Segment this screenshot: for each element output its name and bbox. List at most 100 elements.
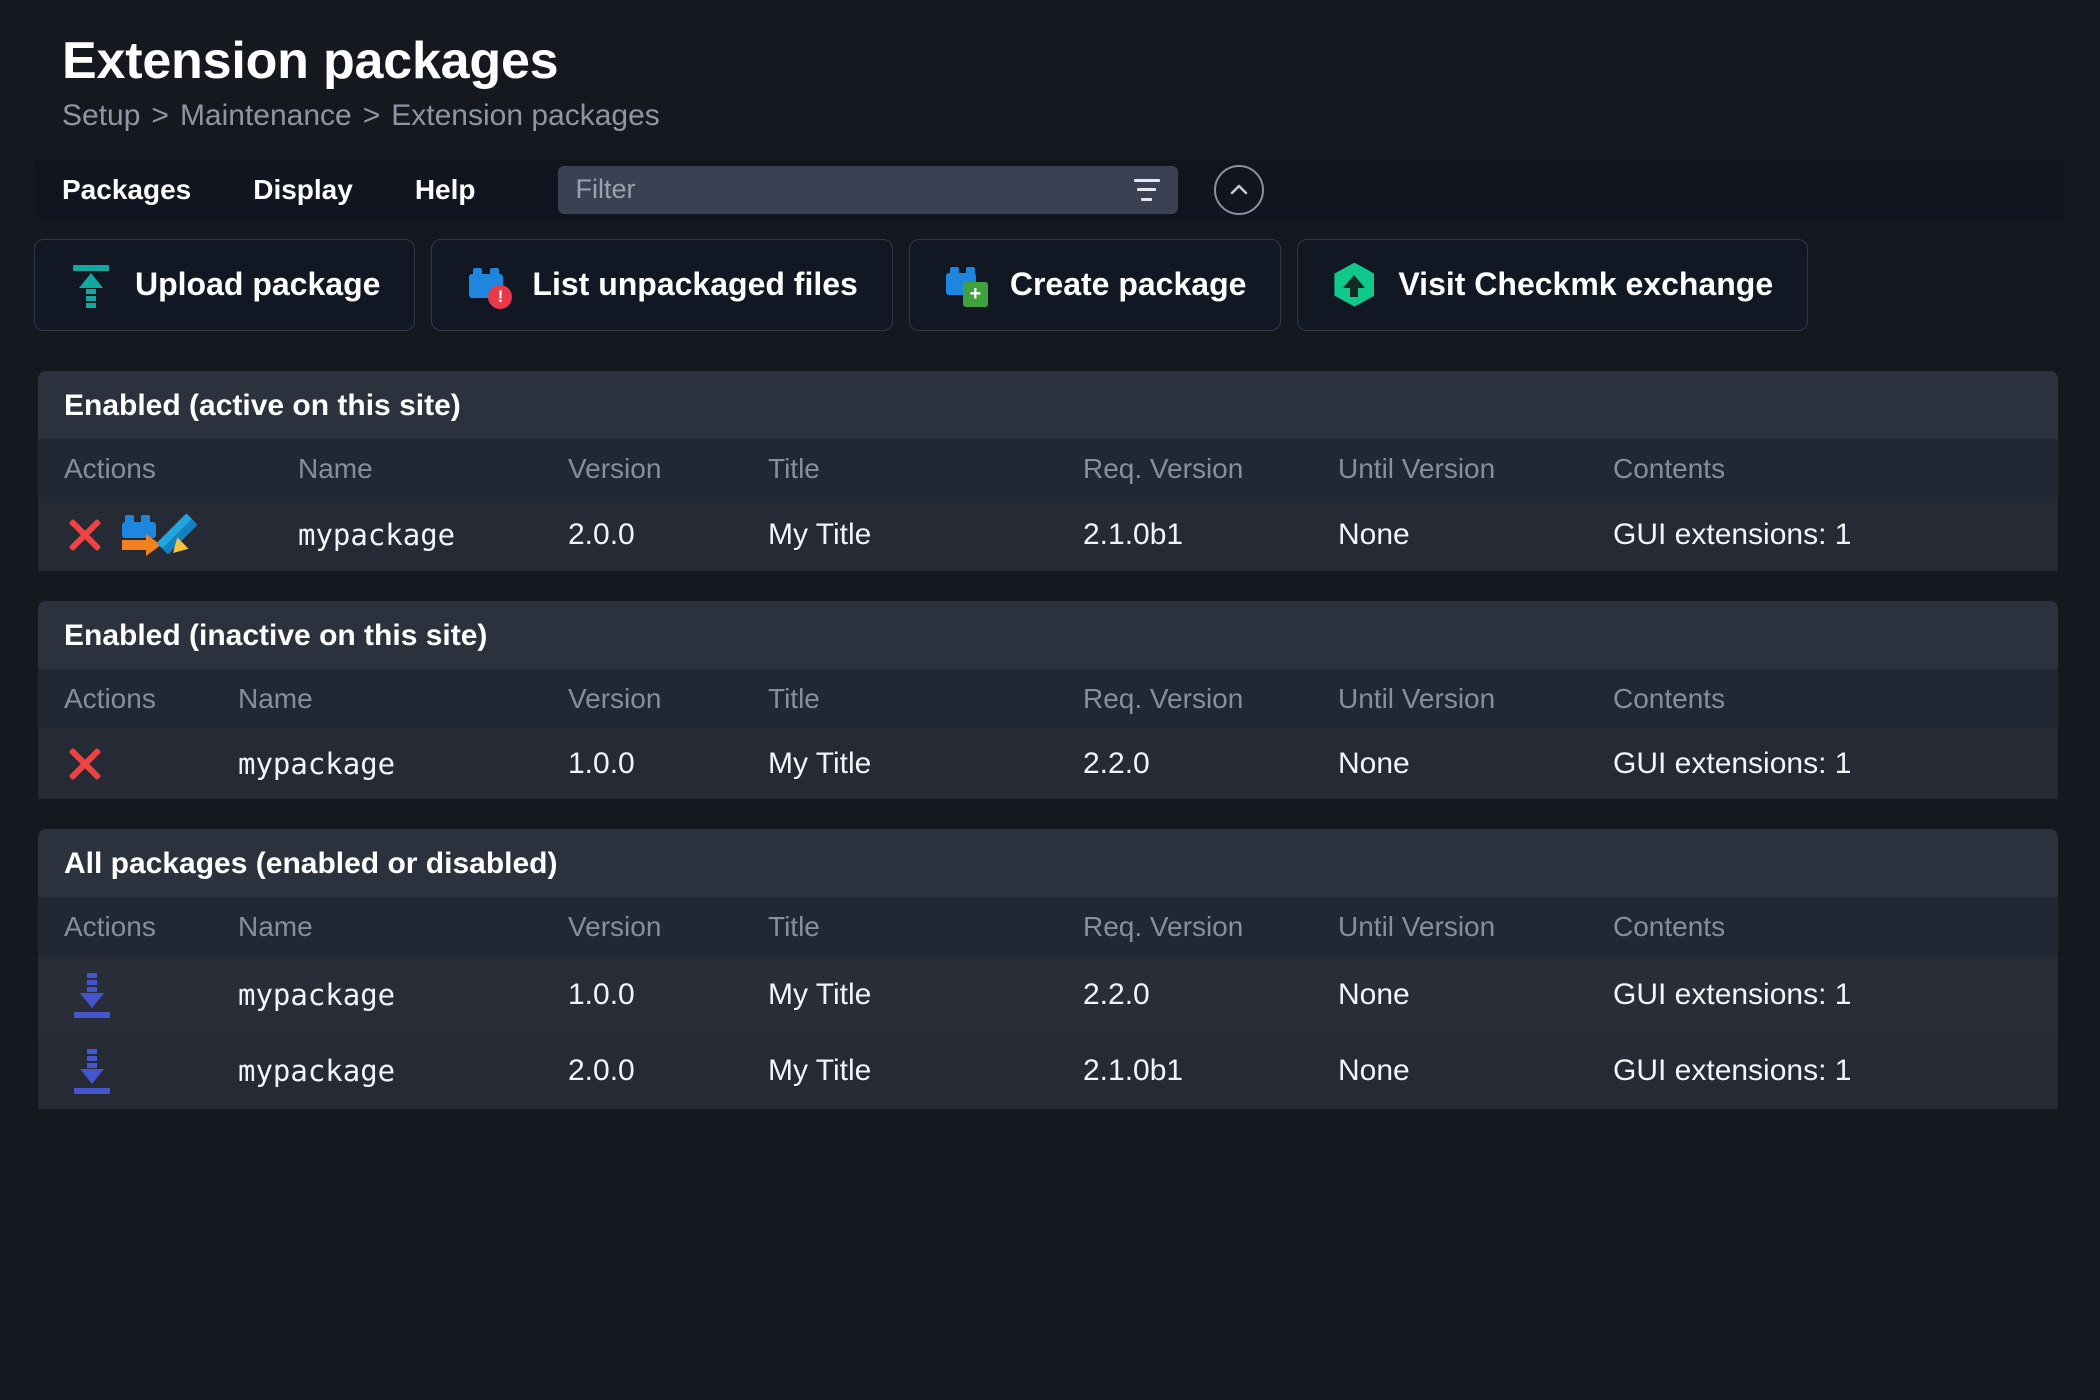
hexagon-up-arrow-icon <box>1332 262 1376 307</box>
package-table: Actions Name Version Title Req. Version … <box>38 896 2058 1109</box>
column-header-contents[interactable]: Contents <box>1613 669 2058 729</box>
column-header-name[interactable]: Name <box>238 669 568 729</box>
chevron-up-icon[interactable] <box>1213 164 1264 215</box>
row-actions-cell <box>38 957 238 1033</box>
column-header-contents[interactable]: Contents <box>1613 897 2058 957</box>
search-input[interactable] <box>557 165 1178 214</box>
column-header-until-version[interactable]: Until Version <box>1338 669 1613 729</box>
cell-title: My Title <box>768 746 872 780</box>
breadcrumb-separator: > <box>362 98 381 132</box>
cell-title: My Title <box>768 517 872 551</box>
cell-version: 2.0.0 <box>568 1053 635 1087</box>
package-sections: Enabled (active on this site) Actions Na… <box>38 370 2100 1109</box>
column-header-version[interactable]: Version <box>568 669 768 729</box>
list-unpackaged-files-label: List unpackaged files <box>532 266 858 303</box>
column-header-title[interactable]: Title <box>768 439 1083 499</box>
section-title: Enabled (active on this site) <box>38 370 2058 439</box>
cell-version: 1.0.0 <box>568 746 635 780</box>
menu-display[interactable]: Display <box>253 174 353 206</box>
visit-checkmk-exchange-button[interactable]: Visit Checkmk exchange <box>1297 238 1809 331</box>
table-row[interactable]: mypackage 1.0.0 My Title 2.2.0 None GUI … <box>38 956 2058 1033</box>
row-actions-cell <box>38 499 298 571</box>
column-header-until-version[interactable]: Until Version <box>1338 897 1613 957</box>
table-header-row: Actions Name Version Title Req. Version … <box>38 896 2058 957</box>
upload-package-button[interactable]: Upload package <box>34 238 416 331</box>
cell-version: 2.0.0 <box>568 517 635 551</box>
package-warning-icon: ! <box>466 263 513 309</box>
column-header-actions[interactable]: Actions <box>38 669 238 729</box>
section-enabled-active: Enabled (active on this site) Actions Na… <box>38 370 2058 571</box>
column-header-req-version[interactable]: Req. Version <box>1083 439 1338 499</box>
cell-contents: GUI extensions: 1 <box>1613 517 1852 551</box>
cell-name: mypackage <box>238 746 396 781</box>
filter-icon[interactable] <box>1133 178 1160 201</box>
column-header-req-version[interactable]: Req. Version <box>1083 669 1338 729</box>
column-header-until-version[interactable]: Until Version <box>1338 439 1613 499</box>
disable-icon[interactable] <box>66 516 104 554</box>
edit-icon[interactable] <box>156 512 220 559</box>
cell-version: 1.0.0 <box>568 977 635 1011</box>
table-header-row: Actions Name Version Title Req. Version … <box>38 668 2058 729</box>
package-export-icon[interactable] <box>120 514 164 556</box>
cell-until-version: None <box>1338 1053 1410 1087</box>
page-header: Extension packages Setup > Maintenance >… <box>0 0 2100 133</box>
column-header-actions[interactable]: Actions <box>38 897 238 957</box>
cell-name: mypackage <box>238 977 396 1012</box>
cell-contents: GUI extensions: 1 <box>1613 746 1852 780</box>
disable-icon[interactable] <box>66 745 104 783</box>
action-button-bar: Upload package ! List unpackaged files +… <box>34 238 2100 331</box>
cell-name: mypackage <box>298 517 456 552</box>
cell-contents: GUI extensions: 1 <box>1613 977 1852 1011</box>
page-title: Extension packages <box>62 32 559 90</box>
menu-bar: Packages Display Help <box>34 158 2064 221</box>
section-title: Enabled (inactive on this site) <box>38 600 2058 669</box>
section-enabled-inactive: Enabled (inactive on this site) Actions … <box>38 600 2058 799</box>
cell-req-version: 2.1.0b1 <box>1083 517 1184 551</box>
upload-package-label: Upload package <box>135 266 381 303</box>
column-header-name[interactable]: Name <box>298 439 568 499</box>
list-unpackaged-files-button[interactable]: ! List unpackaged files <box>431 238 893 331</box>
cell-req-version: 2.2.0 <box>1083 746 1150 780</box>
cell-name: mypackage <box>238 1053 396 1088</box>
cell-req-version: 2.2.0 <box>1083 977 1150 1011</box>
row-actions-cell <box>38 1033 238 1109</box>
section-title: All packages (enabled or disabled) <box>38 828 2058 897</box>
column-header-actions[interactable]: Actions <box>38 439 298 499</box>
column-header-version[interactable]: Version <box>568 439 768 499</box>
breadcrumb: Setup > Maintenance > Extension packages <box>62 99 2100 133</box>
download-icon[interactable] <box>72 972 112 1018</box>
package-table: Actions Name Version Title Req. Version … <box>38 668 2058 799</box>
column-header-name[interactable]: Name <box>238 897 568 957</box>
column-header-title[interactable]: Title <box>768 669 1083 729</box>
cell-title: My Title <box>768 1053 872 1087</box>
column-header-title[interactable]: Title <box>768 897 1083 957</box>
menu-help[interactable]: Help <box>415 174 476 206</box>
upload-icon <box>69 263 113 308</box>
breadcrumb-item-maintenance[interactable]: Maintenance <box>180 99 352 133</box>
cell-req-version: 2.1.0b1 <box>1083 1053 1184 1087</box>
cell-until-version: None <box>1338 517 1410 551</box>
package-table: Actions Name Version Title Req. Version … <box>38 438 2058 571</box>
visit-checkmk-exchange-label: Visit Checkmk exchange <box>1398 266 1774 303</box>
column-header-contents[interactable]: Contents <box>1613 439 2058 499</box>
cell-until-version: None <box>1338 977 1410 1011</box>
download-icon[interactable] <box>72 1048 112 1094</box>
menu-packages[interactable]: Packages <box>62 174 191 206</box>
breadcrumb-item-current: Extension packages <box>391 98 660 132</box>
create-package-label: Create package <box>1009 266 1247 303</box>
cell-contents: GUI extensions: 1 <box>1613 1053 1852 1087</box>
row-actions-cell <box>38 729 238 799</box>
column-header-req-version[interactable]: Req. Version <box>1083 897 1338 957</box>
package-add-icon: + <box>944 263 988 307</box>
breadcrumb-item-setup[interactable]: Setup <box>62 99 140 133</box>
breadcrumb-separator: > <box>151 98 169 132</box>
cell-until-version: None <box>1338 746 1410 780</box>
column-header-version[interactable]: Version <box>568 897 768 957</box>
filter-container <box>557 165 1178 214</box>
table-header-row: Actions Name Version Title Req. Version … <box>38 438 2058 499</box>
table-row[interactable]: mypackage 2.0.0 My Title 2.1.0b1 None GU… <box>38 1032 2058 1109</box>
table-row[interactable]: mypackage 2.0.0 My Title 2.1.0b1 None GU… <box>38 498 2058 571</box>
table-row[interactable]: mypackage 1.0.0 My Title 2.2.0 None GUI … <box>38 728 2058 799</box>
section-all-packages: All packages (enabled or disabled) Actio… <box>38 828 2058 1109</box>
create-package-button[interactable]: + Create package <box>908 238 1282 331</box>
